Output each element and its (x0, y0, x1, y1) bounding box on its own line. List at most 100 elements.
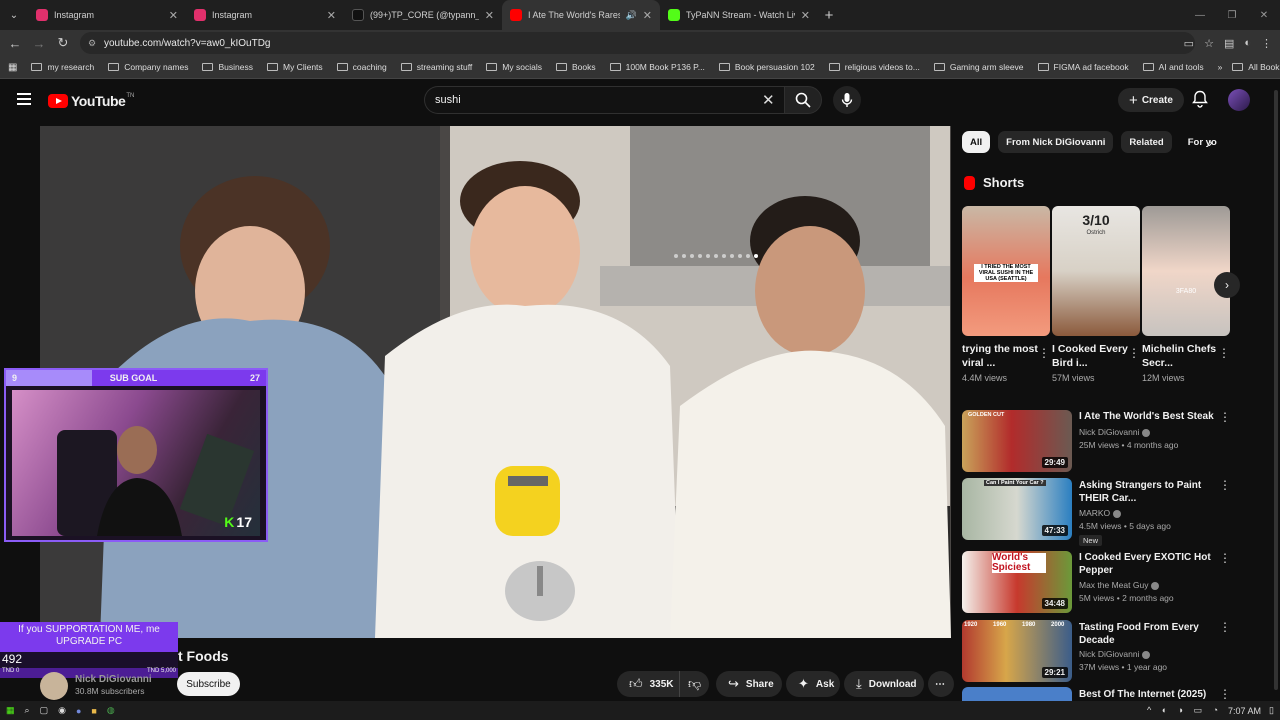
bookmark-star-icon[interactable]: ☆ (1204, 37, 1214, 50)
menu-icon[interactable]: ⋮ (1261, 37, 1272, 50)
more-bookmarks-icon[interactable]: » (1218, 62, 1223, 72)
chrome-icon[interactable]: ◍ (107, 705, 115, 716)
bookmark-folder[interactable]: AI and tools (1142, 62, 1204, 72)
bookmark-folder[interactable]: Books (555, 62, 596, 72)
close-icon[interactable]: ✕ (643, 9, 652, 22)
share-button[interactable]: ↪ Share (716, 671, 782, 697)
close-icon[interactable]: ✕ (801, 9, 810, 22)
apps-icon[interactable]: ▦ (8, 62, 17, 73)
account-avatar[interactable] (1228, 89, 1250, 111)
short-item[interactable]: 3FA80 Michelin Chefs Secr... 12M views ⋮ (1142, 206, 1230, 383)
close-icon[interactable]: ✕ (485, 9, 494, 22)
minimize-icon[interactable]: — (1184, 10, 1216, 21)
bookmark-folder[interactable]: streaming stuff (400, 62, 472, 72)
bookmark-folder[interactable]: My Clients (266, 62, 323, 72)
discord-icon[interactable]: ● (76, 706, 81, 716)
ask-button[interactable]: ✦ Ask (786, 671, 840, 697)
more-actions-button[interactable]: ⋯ (928, 671, 954, 697)
bookmark-label: My Clients (282, 62, 323, 72)
cast-icon[interactable]: ▭ (1184, 37, 1194, 50)
youtube-logo[interactable]: YouTube TN (48, 93, 134, 109)
url-bar[interactable]: ⚙ youtube.com/watch?v=aw0_kIOuTDg (80, 32, 1195, 54)
start-icon[interactable]: ▦ (6, 705, 15, 716)
browser-tab[interactable]: (99+)TP_CORE (@typann_core) ✕ (344, 0, 502, 30)
recommended-video[interactable]: World's Spiciest 34:48 I Cooked Every EX… (962, 551, 1262, 615)
bookmark-folder[interactable]: 100M Book P136 P... (609, 62, 705, 72)
obs-icon[interactable]: ◉ (58, 705, 66, 716)
site-info-icon[interactable]: ⚙ (88, 38, 96, 49)
forward-icon[interactable]: → (27, 36, 51, 51)
tab-search-icon[interactable]: ⌄ (0, 0, 28, 30)
recommended-video[interactable]: 1920 1960 1980 2000 29:21 Tasting Food F… (962, 620, 1262, 684)
kebab-icon[interactable]: ⋮ (1219, 478, 1231, 492)
short-item[interactable]: 3/10 Ostrich I Cooked Every Bird i... 57… (1052, 206, 1140, 383)
extensions-icon[interactable]: ▤ (1224, 37, 1234, 50)
all-bookmarks[interactable]: All Bookmarks (1232, 62, 1280, 72)
shorts-next-button[interactable]: › (1214, 272, 1240, 298)
browser-tab-active[interactable]: I Ate The World's Rarest Fo 🔊 ✕ (502, 0, 660, 30)
channel-avatar[interactable] (40, 672, 68, 700)
chip-from-channel[interactable]: From Nick DiGiovanni (998, 131, 1114, 153)
explorer-icon[interactable]: ■ (91, 706, 96, 716)
thumb-text: 1920 1960 1980 2000 (964, 622, 1065, 628)
recommended-video[interactable]: GOLDEN CUT 29:49 I Ate The World's Best … (962, 410, 1262, 474)
tab-title: I Ate The World's Rarest Fo (528, 10, 620, 20)
bookmark-folder[interactable]: religious videos to... (828, 62, 920, 72)
close-icon[interactable]: ✕ (169, 9, 178, 22)
search-icon[interactable]: ⌕ (25, 705, 30, 716)
voice-search-button[interactable] (833, 86, 861, 114)
bookmark-label: Company names (124, 62, 189, 72)
clear-search-icon[interactable]: ✕ (762, 91, 775, 109)
search-button[interactable] (784, 86, 822, 114)
page-scrollbar[interactable] (1272, 80, 1280, 700)
back-icon[interactable]: ← (3, 36, 27, 51)
channel-name[interactable]: Nick DiGiovanni (75, 674, 152, 685)
browser-tab[interactable]: Instagram ✕ (28, 0, 186, 30)
kebab-icon[interactable]: ⋮ (1128, 346, 1140, 360)
bookmark-folder[interactable]: Gaming arm sleeve (933, 62, 1024, 72)
notifications-button[interactable] (1192, 90, 1208, 113)
bookmark-folder[interactable]: Company names (108, 62, 188, 72)
chevron-right-icon[interactable]: › (1208, 134, 1213, 150)
menu-hamburger-icon[interactable] (17, 93, 31, 105)
maximize-icon[interactable]: ❐ (1216, 10, 1248, 21)
shorts-heading: Shorts (964, 175, 1024, 190)
recommended-video[interactable]: Best Of The Internet (2025) ⋮ (962, 687, 1262, 701)
kebab-icon[interactable]: ⋮ (1219, 410, 1231, 424)
new-tab-button[interactable]: + (818, 7, 840, 24)
close-icon[interactable]: ✕ (327, 9, 336, 22)
kebab-icon[interactable]: ⋮ (1219, 551, 1231, 565)
chip-all[interactable]: All (962, 131, 991, 153)
speaker-icon[interactable]: 🔊 (626, 10, 637, 21)
search-input[interactable]: sushi (424, 86, 784, 114)
dislike-button[interactable]: 👎︎ (679, 671, 709, 697)
kebab-icon[interactable]: ⋮ (1219, 620, 1231, 634)
bookmark-folder[interactable]: FIGMA ad facebook (1037, 62, 1129, 72)
download-button[interactable]: ⤓ Download (844, 671, 924, 697)
browser-tab[interactable]: Instagram ✕ (186, 0, 344, 30)
kebab-icon[interactable]: ⋮ (1038, 346, 1050, 360)
short-thumb-text: 3/10 (1082, 212, 1110, 228)
bookmark-folder[interactable]: Business (202, 62, 253, 72)
notification-icon[interactable]: ▯ (1269, 705, 1274, 716)
profile-icon[interactable]: ◐ (1244, 37, 1251, 50)
kebab-icon[interactable]: ⋮ (1218, 346, 1230, 360)
bookmark-folder[interactable]: my research (31, 62, 94, 72)
recommended-video[interactable]: Can I Paint Your Car ? 47:33 Asking Stra… (962, 478, 1262, 546)
bookmark-folder[interactable]: My socials (486, 62, 542, 72)
bookmark-folder[interactable]: Book persuasion 102 (718, 62, 815, 72)
subscribe-button[interactable]: Subscribe (177, 672, 240, 696)
like-button[interactable]: 👍︎ 335K (617, 671, 679, 697)
short-item[interactable]: I TRIED THE MOST VIRAL SUSHI IN THE USA … (962, 206, 1050, 383)
short-title: I Cooked Every Bird i... (1052, 343, 1128, 369)
taskview-icon[interactable]: ▢ (40, 705, 49, 716)
window-close-icon[interactable]: ✕ (1248, 10, 1280, 21)
bookmark-folder[interactable]: coaching (336, 62, 387, 72)
browser-tab[interactable]: TyPaNN Stream - Watch Live o ✕ (660, 0, 818, 30)
kebab-icon[interactable]: ⋮ (1219, 687, 1231, 701)
chip-related[interactable]: Related (1121, 131, 1172, 153)
tray-icons[interactable]: ^ ◐ ◑ ▭ ◔ (1147, 705, 1222, 716)
reload-icon[interactable]: ↻ (51, 35, 75, 51)
create-button[interactable]: + Create (1118, 88, 1184, 112)
bookmark-label: FIGMA ad facebook (1053, 62, 1129, 72)
